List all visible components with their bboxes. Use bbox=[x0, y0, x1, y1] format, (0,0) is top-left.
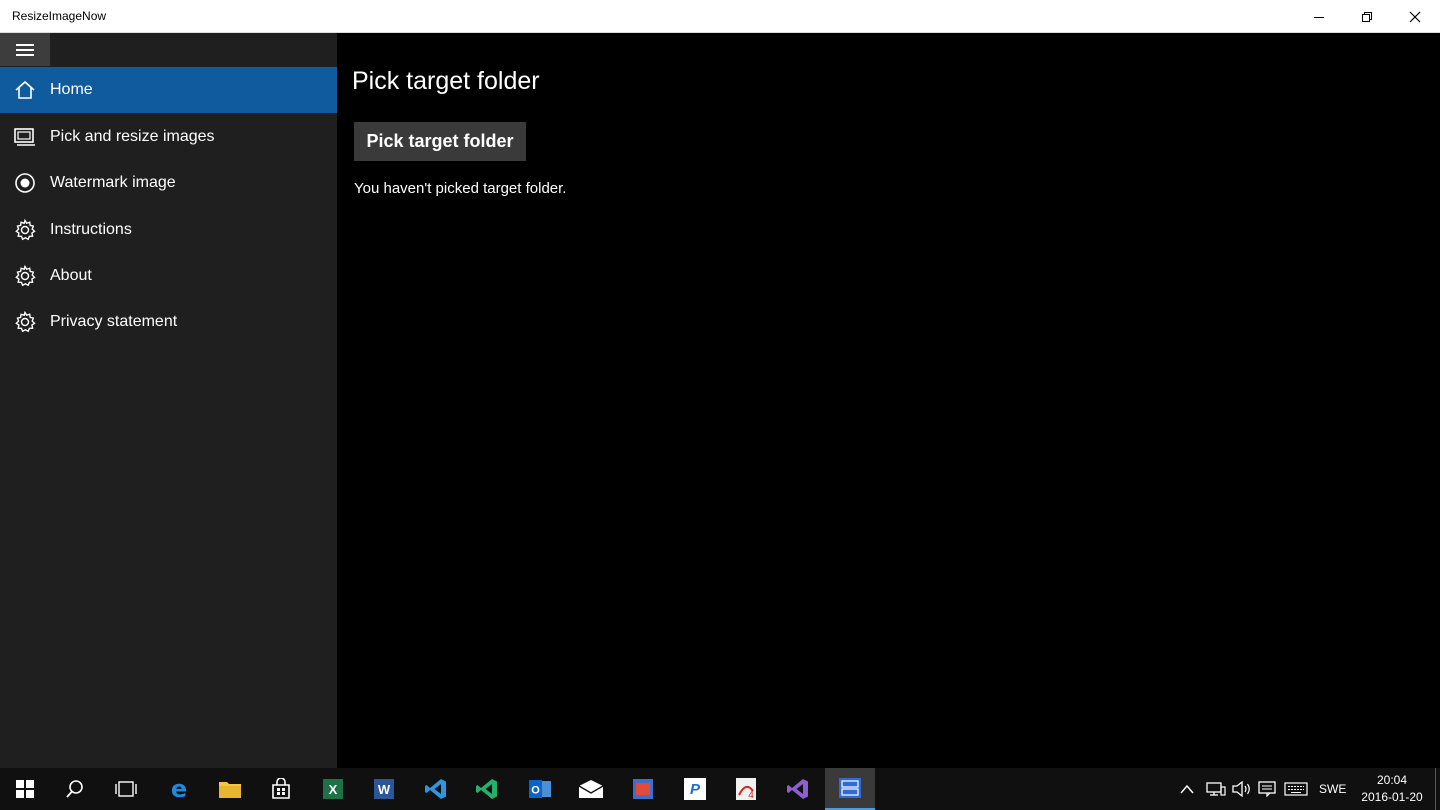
radio-icon bbox=[0, 160, 50, 206]
volume-button[interactable] bbox=[1232, 768, 1252, 810]
taskbar-visual-studio[interactable] bbox=[773, 768, 823, 810]
show-desktop-button[interactable] bbox=[1435, 768, 1440, 810]
show-hidden-icons-button[interactable] bbox=[1180, 768, 1194, 810]
clock[interactable]: 20:04 2016-01-20 bbox=[1352, 772, 1432, 806]
vs-code-insiders-icon bbox=[476, 779, 497, 799]
taskbar-outlook[interactable]: O bbox=[515, 768, 565, 810]
acrobat-icon: 4 bbox=[736, 778, 756, 801]
taskbar-app-red[interactable] bbox=[618, 768, 668, 810]
taskbar-mail[interactable] bbox=[566, 768, 616, 810]
taskbar-store[interactable] bbox=[256, 768, 306, 810]
excel-icon: X bbox=[323, 779, 343, 799]
taskbar-vs-code-insiders[interactable] bbox=[462, 768, 512, 810]
task-view-icon bbox=[115, 781, 137, 797]
taskbar: e X W O P 4 SWE 20:04 2016-01-20 bbox=[0, 768, 1440, 810]
nav-item-about[interactable]: About bbox=[0, 253, 337, 299]
images-icon bbox=[0, 114, 50, 160]
network-button[interactable] bbox=[1206, 768, 1226, 810]
svg-text:W: W bbox=[378, 782, 391, 797]
title-bar: ResizeImageNow bbox=[0, 0, 1440, 33]
chevron-up-icon bbox=[1180, 784, 1194, 794]
svg-text:e: e bbox=[171, 777, 187, 801]
hamburger-menu-button[interactable] bbox=[0, 33, 50, 66]
folder-icon bbox=[219, 782, 241, 798]
nav-item-instructions[interactable]: Instructions bbox=[0, 207, 337, 253]
taskbar-edge[interactable]: e bbox=[154, 768, 204, 810]
task-view-button[interactable] bbox=[101, 768, 151, 810]
app-blue-icon: P bbox=[684, 778, 706, 800]
mail-icon bbox=[578, 780, 604, 798]
status-text: You haven't picked target folder. bbox=[354, 180, 567, 197]
minimize-icon bbox=[1314, 16, 1324, 18]
svg-text:4: 4 bbox=[748, 790, 754, 801]
speaker-icon bbox=[1232, 781, 1250, 797]
clock-time: 20:04 bbox=[1376, 773, 1408, 787]
nav-item-label: Pick and resize images bbox=[50, 128, 215, 145]
main-content: Pick target folder Pick target folder Yo… bbox=[337, 33, 1440, 768]
hamburger-icon bbox=[16, 43, 34, 56]
restore-icon bbox=[1362, 11, 1372, 22]
pick-target-folder-button[interactable]: Pick target folder bbox=[354, 122, 526, 161]
nav-item-home[interactable]: Home bbox=[0, 67, 337, 113]
svg-text:O: O bbox=[531, 785, 540, 797]
taskbar-file-explorer[interactable] bbox=[205, 768, 255, 810]
resizeimagenow-icon bbox=[839, 778, 861, 798]
taskbar-resizeimagenow[interactable] bbox=[825, 768, 875, 810]
navigation-pane: Home Pick and resize images Watermark im… bbox=[0, 33, 337, 768]
edge-icon: e bbox=[171, 777, 187, 801]
restore-button[interactable] bbox=[1344, 0, 1390, 33]
nav-item-label: Instructions bbox=[50, 221, 132, 238]
taskbar-excel[interactable]: X bbox=[308, 768, 358, 810]
close-icon bbox=[1409, 11, 1421, 22]
touch-keyboard-button[interactable] bbox=[1284, 768, 1308, 810]
gear-icon bbox=[0, 253, 50, 299]
window-title: ResizeImageNow bbox=[12, 9, 107, 23]
taskbar-acrobat[interactable]: 4 bbox=[721, 768, 771, 810]
store-icon bbox=[272, 778, 290, 799]
search-icon bbox=[66, 780, 83, 798]
app-red-icon bbox=[633, 779, 653, 799]
notification-icon bbox=[1258, 781, 1276, 797]
language-indicator[interactable]: SWE bbox=[1319, 768, 1346, 810]
taskbar-vs-code[interactable] bbox=[411, 768, 461, 810]
start-button[interactable] bbox=[0, 768, 50, 810]
search-button[interactable] bbox=[50, 768, 100, 810]
word-icon: W bbox=[374, 779, 394, 799]
gear-icon bbox=[0, 299, 50, 345]
page-title: Pick target folder bbox=[352, 67, 540, 95]
action-center-button[interactable] bbox=[1258, 768, 1276, 810]
vs-code-icon bbox=[425, 779, 446, 799]
close-button[interactable] bbox=[1392, 0, 1438, 33]
outlook-icon: O bbox=[529, 780, 551, 798]
svg-text:P: P bbox=[690, 781, 701, 798]
nav-item-label: Watermark image bbox=[50, 174, 176, 191]
taskbar-word[interactable]: W bbox=[359, 768, 409, 810]
nav-item-label: Home bbox=[50, 81, 93, 98]
nav-item-watermark[interactable]: Watermark image bbox=[0, 160, 337, 206]
minimize-button[interactable] bbox=[1296, 0, 1342, 33]
svg-text:X: X bbox=[329, 782, 338, 797]
home-icon bbox=[0, 67, 50, 113]
taskbar-app-blue[interactable]: P bbox=[670, 768, 720, 810]
visual-studio-icon bbox=[787, 779, 808, 799]
nav-item-label: About bbox=[50, 267, 92, 284]
nav-item-pick-and-resize[interactable]: Pick and resize images bbox=[0, 114, 337, 160]
nav-item-label: Privacy statement bbox=[50, 313, 178, 330]
network-icon bbox=[1206, 782, 1226, 796]
keyboard-icon bbox=[1284, 782, 1308, 796]
windows-logo-icon bbox=[16, 780, 34, 798]
clock-date: 2016-01-20 bbox=[1361, 790, 1423, 804]
nav-item-privacy[interactable]: Privacy statement bbox=[0, 299, 337, 345]
gear-icon bbox=[0, 207, 50, 253]
